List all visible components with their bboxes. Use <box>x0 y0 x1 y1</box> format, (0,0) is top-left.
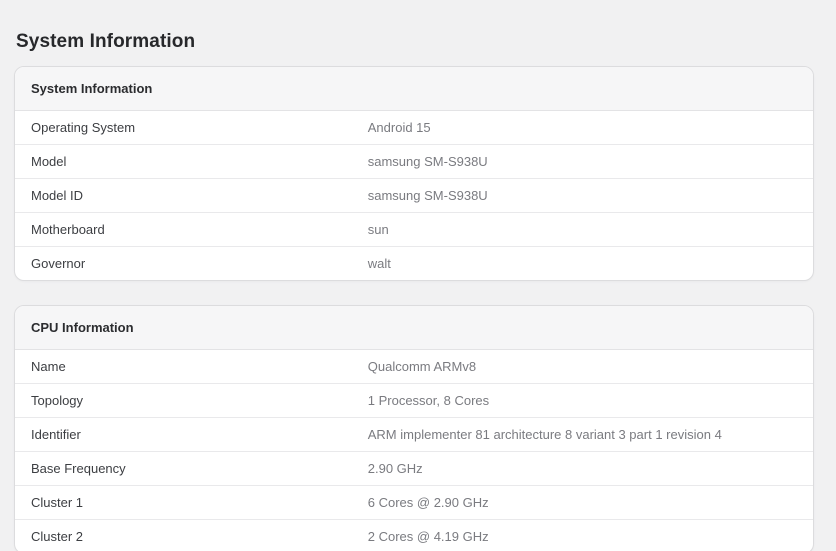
row-value: 6 Cores @ 2.90 GHz <box>352 486 813 519</box>
row-label: Governor <box>15 247 352 280</box>
row-value: walt <box>352 247 813 280</box>
system-information-card-body: Operating System Android 15 Model samsun… <box>15 111 813 280</box>
row-model-id: Model ID samsung SM-S938U <box>15 178 813 212</box>
card-title: System Information <box>31 81 152 96</box>
row-label: Operating System <box>15 111 352 144</box>
row-value: 2.90 GHz <box>352 452 813 485</box>
row-governor: Governor walt <box>15 246 813 280</box>
row-topology: Topology 1 Processor, 8 Cores <box>15 383 813 417</box>
row-label: Model ID <box>15 179 352 212</box>
cpu-information-card-header: CPU Information <box>15 306 813 350</box>
cpu-information-card: CPU Information Name Qualcomm ARMv8 Topo… <box>14 305 814 551</box>
card-title: CPU Information <box>31 320 134 335</box>
row-value: Qualcomm ARMv8 <box>352 350 813 383</box>
row-motherboard: Motherboard sun <box>15 212 813 246</box>
row-operating-system: Operating System Android 15 <box>15 111 813 144</box>
row-label: Name <box>15 350 352 383</box>
row-label: Topology <box>15 384 352 417</box>
row-value: ARM implementer 81 architecture 8 varian… <box>352 418 813 451</box>
row-base-frequency: Base Frequency 2.90 GHz <box>15 451 813 485</box>
row-name: Name Qualcomm ARMv8 <box>15 350 813 383</box>
row-label: Model <box>15 145 352 178</box>
row-label: Motherboard <box>15 213 352 246</box>
system-information-page: System Information System Information Op… <box>0 30 836 551</box>
cpu-information-card-body: Name Qualcomm ARMv8 Topology 1 Processor… <box>15 350 813 551</box>
row-value: 2 Cores @ 4.19 GHz <box>352 520 813 551</box>
row-cluster-1: Cluster 1 6 Cores @ 2.90 GHz <box>15 485 813 519</box>
row-identifier: Identifier ARM implementer 81 architectu… <box>15 417 813 451</box>
row-value: Android 15 <box>352 111 813 144</box>
row-value: samsung SM-S938U <box>352 179 813 212</box>
row-cluster-2: Cluster 2 2 Cores @ 4.19 GHz <box>15 519 813 551</box>
row-label: Identifier <box>15 418 352 451</box>
row-value: sun <box>352 213 813 246</box>
system-information-card-header: System Information <box>15 67 813 111</box>
page-title: System Information <box>16 30 814 53</box>
row-value: samsung SM-S938U <box>352 145 813 178</box>
row-value: 1 Processor, 8 Cores <box>352 384 813 417</box>
row-label: Cluster 2 <box>15 520 352 551</box>
row-label: Base Frequency <box>15 452 352 485</box>
system-information-card: System Information Operating System Andr… <box>14 66 814 281</box>
row-label: Cluster 1 <box>15 486 352 519</box>
row-model: Model samsung SM-S938U <box>15 144 813 178</box>
